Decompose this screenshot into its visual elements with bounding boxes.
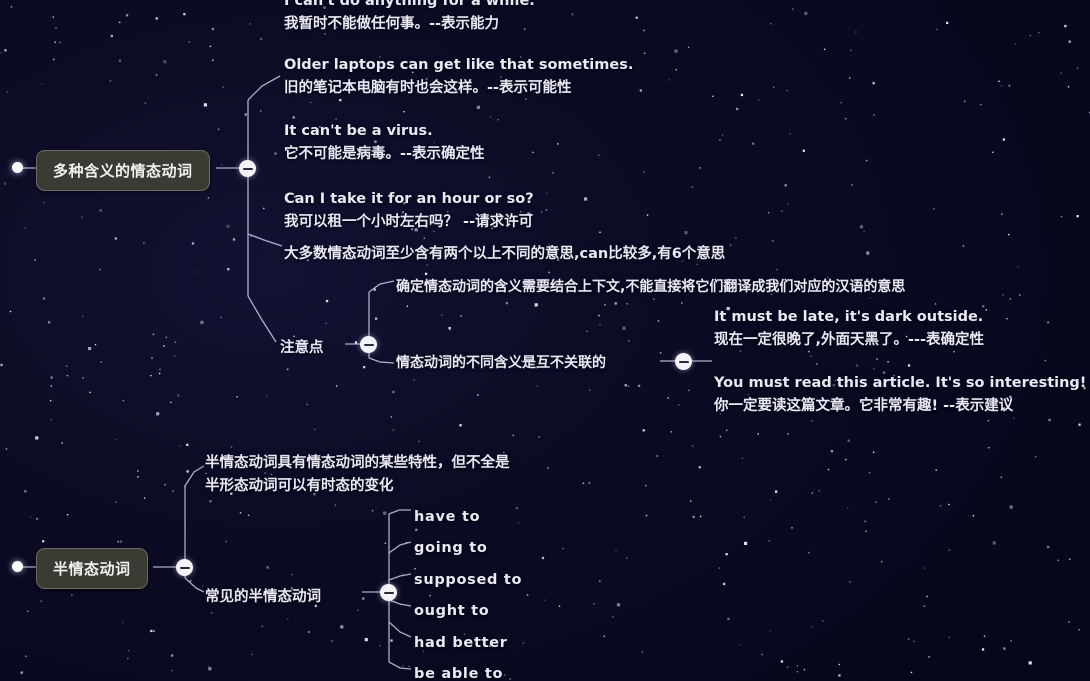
leaf-en-text: It must be late, it's dark outside. — [714, 309, 984, 325]
edge-b1-note1 — [247, 233, 283, 247]
edge-item-be-able-to — [388, 661, 412, 670]
leaf-item-going-to[interactable]: going to — [414, 537, 488, 560]
leaf-zh-text: 我暂时不能做任何事。--表示能力 — [284, 15, 500, 32]
leaf-zh-text: 你一定要读这篇文章。它非常有趣! --表示建议 — [714, 397, 1014, 414]
leaf-desc-line2: 半形态动词可以有时态的变化 — [205, 477, 394, 494]
edge-b2-desc — [184, 465, 205, 487]
edge-attention-c2 — [368, 357, 395, 364]
leaf-en-text: Older laptops can get like that sometime… — [284, 57, 634, 73]
leaf-item-be-able-to[interactable]: be able to — [414, 663, 503, 681]
leaf-en-text: It can't be a virus. — [284, 123, 433, 139]
leaf-zhuyidian[interactable]: 注意点 — [280, 337, 324, 360]
leaf-desc-line1: 半情态动词具有情态动词的某些特性，但不全是 — [205, 455, 510, 471]
leaf-item-had-better[interactable]: had better — [414, 632, 508, 655]
edge-b1-attention — [247, 295, 277, 343]
edge-attention-c1 — [368, 280, 395, 293]
collapse-toggle-must-examples-minus-icon[interactable] — [675, 353, 692, 370]
collapse-toggle-branch1-minus-icon[interactable] — [239, 160, 256, 177]
edge-item-have-to — [388, 509, 411, 515]
leaf-example-can-permission[interactable]: Can I take it for an hour or so? 我可以租一个小… — [284, 188, 534, 234]
edge-b1-ex2 — [247, 75, 281, 101]
leaf-zh-text: 旧的笔记本电脑有时也会这样。--表示可能性 — [284, 79, 572, 96]
leaf-en-text: You must read this article. It's so inte… — [714, 375, 1087, 391]
leaf-en-text: I can't do anything for a while. — [284, 0, 535, 9]
collapse-toggle-common-semi-modals-minus-icon[interactable] — [380, 584, 397, 601]
edge-item-going-to — [388, 541, 412, 554]
edge-b2-common — [184, 577, 205, 593]
leaf-common-semi-modals[interactable]: 常见的半情态动词 — [205, 586, 321, 609]
edge-item-had-better — [388, 621, 412, 638]
leaf-item-have-to[interactable]: have to — [414, 506, 480, 529]
leaf-note-meanings-unrelated[interactable]: 情态动词的不同含义是互不关联的 — [396, 352, 606, 374]
leaf-zh-text: 它不可能是病毒。--表示确定性 — [284, 145, 485, 162]
leaf-note-context-required[interactable]: 确定情态动词的含义需要结合上下文,不能直接将它们翻译成我们对应的汉语的意思 — [396, 276, 905, 298]
root-connector-dot-branch2[interactable] — [12, 561, 23, 572]
leaf-example-can-possibility[interactable]: Older laptops can get like that sometime… — [284, 54, 633, 100]
node-duozhonghanyi-qingtaidongci[interactable]: 多种含义的情态动词 — [36, 150, 210, 191]
leaf-item-supposed-to[interactable]: supposed to — [414, 569, 522, 592]
edge-item-ought-to — [388, 599, 412, 607]
leaf-note-multiple-meanings[interactable]: 大多数情态动词至少含有两个以上不同的意思,can比较多,有6个意思 — [284, 243, 725, 266]
node-banqingtaidongci[interactable]: 半情态动词 — [36, 548, 148, 589]
leaf-item-ought-to[interactable]: ought to — [414, 600, 489, 623]
leaf-zh-text: 我可以租一个小时左右吗？ --请求许可 — [284, 213, 534, 230]
leaf-example-can-ability[interactable]: I can't do anything for a while. 我暂时不能做任… — [284, 0, 535, 36]
leaf-en-text: Can I take it for an hour or so? — [284, 191, 534, 207]
leaf-example-must-suggestion[interactable]: You must read this article. It's so inte… — [714, 372, 1086, 418]
collapse-toggle-branch2-minus-icon[interactable] — [176, 559, 193, 576]
leaf-semi-modal-description[interactable]: 半情态动词具有情态动词的某些特性，但不全是 半形态动词可以有时态的变化 — [205, 452, 510, 498]
leaf-example-cant-certainty[interactable]: It can't be a virus. 它不可能是病毒。--表示确定性 — [284, 120, 485, 166]
edge-item-supposed-to — [388, 573, 412, 581]
collapse-toggle-zhuyidian-minus-icon[interactable] — [360, 336, 377, 353]
leaf-example-must-certainty[interactable]: It must be late, it's dark outside. 现在一定… — [714, 306, 984, 352]
root-connector-dot-branch1[interactable] — [12, 162, 23, 173]
leaf-zh-text: 现在一定很晚了,外面天黑了。---表确定性 — [714, 331, 985, 348]
mindmap-canvas[interactable]: 多种含义的情态动词 I can't do anything for a whil… — [0, 0, 1090, 681]
